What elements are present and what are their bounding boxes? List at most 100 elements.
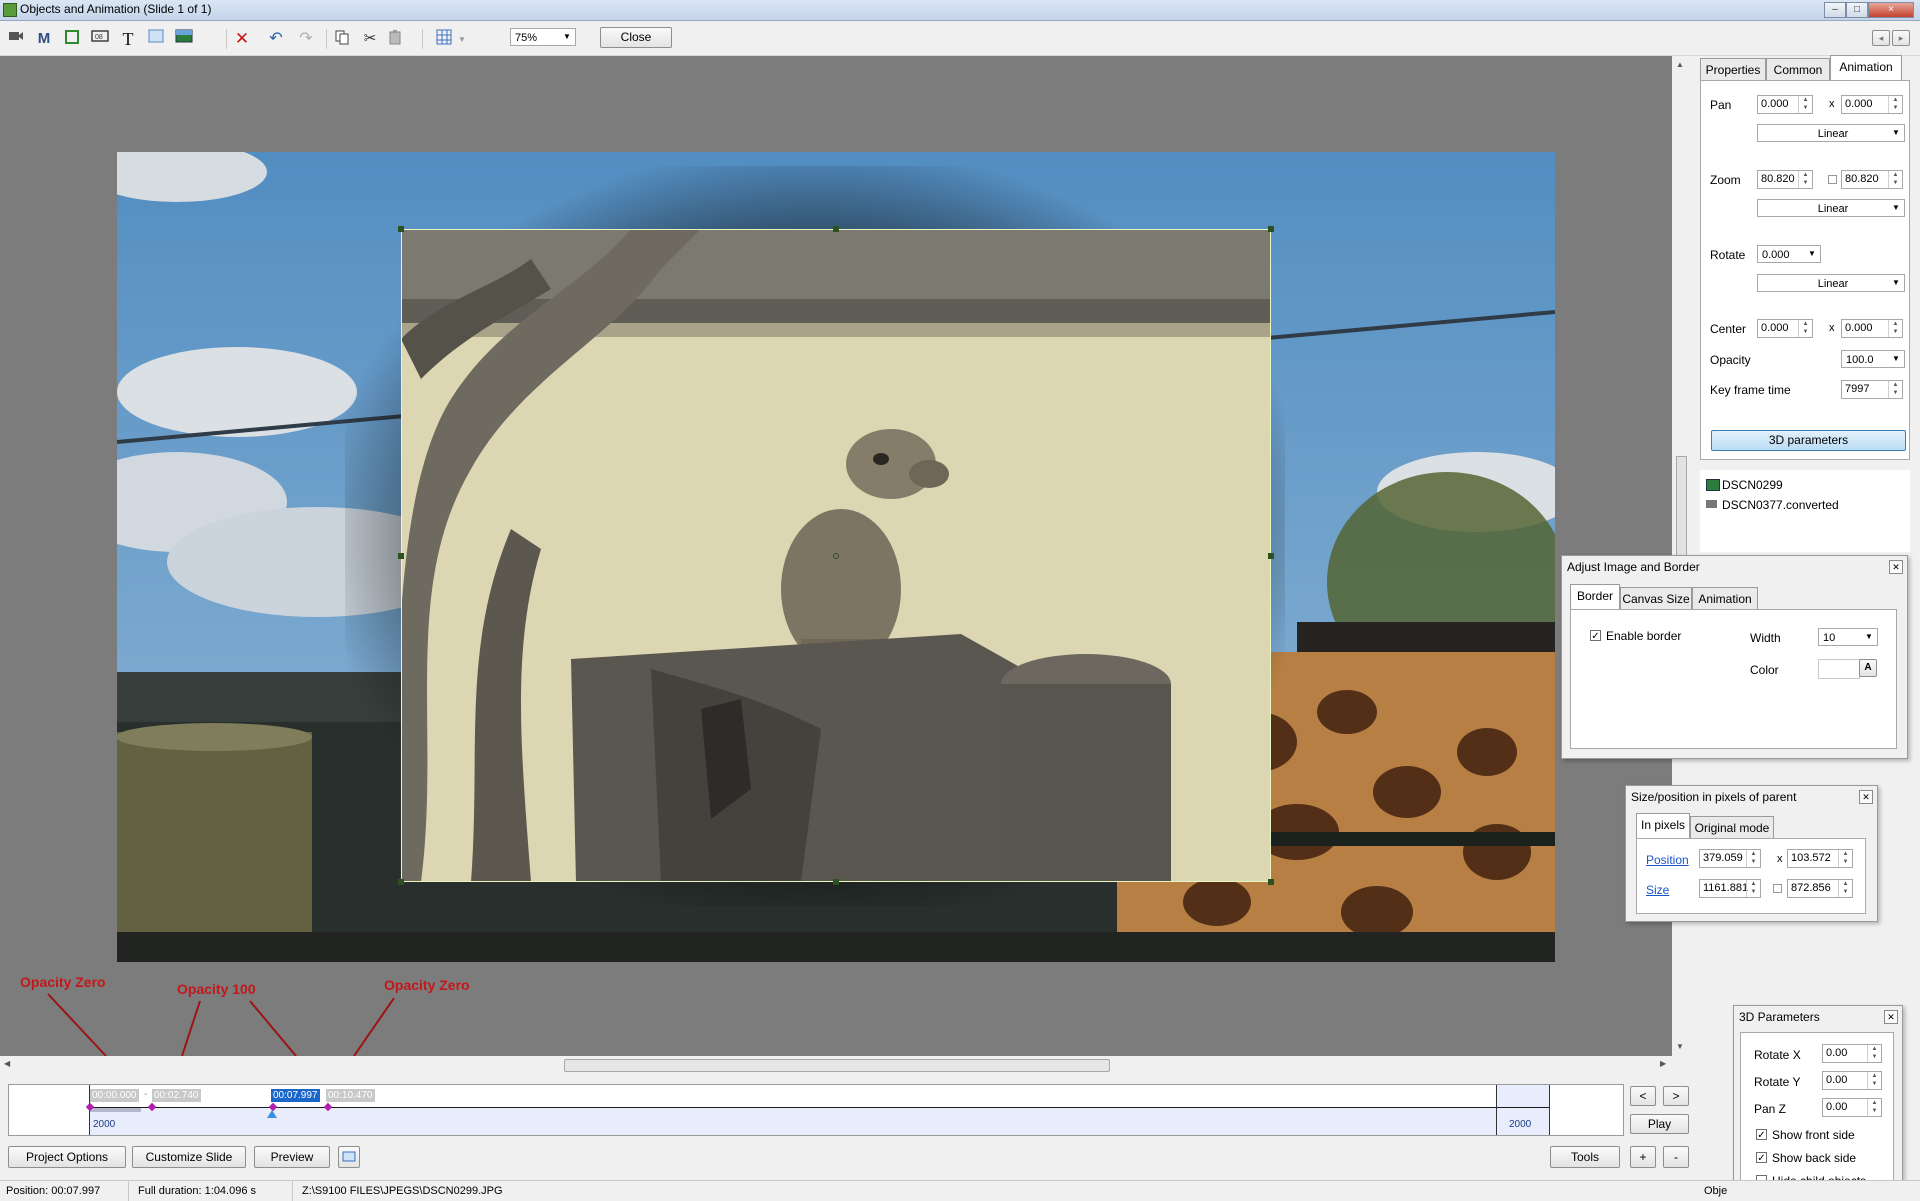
spinner-icon[interactable]: ▲ ▼	[1888, 96, 1902, 113]
link-aspect-checkbox[interactable]	[1773, 884, 1782, 893]
color-picker-button[interactable]: A	[1859, 659, 1877, 677]
resize-handle[interactable]	[1268, 226, 1274, 232]
spinner-icon[interactable]: ▲ ▼	[1838, 880, 1852, 897]
active-keyframe-time-label[interactable]: 00:07.997	[271, 1089, 320, 1102]
tab-in-pixels[interactable]: In pixels	[1636, 813, 1690, 838]
zoom-y-input[interactable]: 80.820 ▲ ▼	[1841, 170, 1903, 189]
scroll-up-icon[interactable]: ▲	[1676, 60, 1684, 69]
timeline-track[interactable]	[89, 1108, 1549, 1135]
add-image-icon[interactable]	[174, 29, 194, 49]
add-frame-icon[interactable]	[62, 29, 82, 49]
play-button[interactable]: Play	[1630, 1114, 1689, 1134]
spinner-icon[interactable]: ▲ ▼	[1888, 320, 1902, 337]
resize-handle[interactable]	[398, 879, 404, 885]
horizontal-scrollbar[interactable]: ◀ ▶	[0, 1056, 1672, 1074]
list-item[interactable]: DSCN0377.converted	[1722, 498, 1839, 512]
scrollbar-thumb[interactable]	[564, 1059, 1110, 1072]
add-video-icon[interactable]	[6, 29, 26, 49]
3d-parameters-button[interactable]: 3D parameters	[1711, 430, 1906, 451]
add-text-icon[interactable]: T	[118, 29, 138, 49]
add-counter-icon[interactable]: 08	[90, 29, 110, 49]
spinner-icon[interactable]: ▲ ▼	[1798, 320, 1812, 337]
tab-properties[interactable]: Properties	[1700, 58, 1766, 80]
position-y-input[interactable]: 103.572 ▲ ▼	[1787, 849, 1853, 868]
keyframe-time-label[interactable]: 00:10.470	[326, 1089, 375, 1102]
minimize-button[interactable]: –	[1824, 2, 1846, 18]
spinner-icon[interactable]: ▲ ▼	[1798, 171, 1812, 188]
show-front-checkbox[interactable]: ✓	[1756, 1129, 1767, 1141]
grid-icon[interactable]	[434, 29, 454, 49]
preview-button[interactable]: Preview	[254, 1146, 330, 1168]
resize-handle[interactable]	[398, 226, 404, 232]
grid-dropdown-icon[interactable]: ▼	[458, 35, 466, 44]
zoom-x-input[interactable]: 80.820 ▲ ▼	[1757, 170, 1813, 189]
cut-icon[interactable]: ✂	[360, 29, 380, 49]
maximize-button[interactable]: □	[1846, 2, 1868, 18]
tab-original-mode[interactable]: Original mode	[1690, 816, 1774, 838]
border-width-select[interactable]: 10 ▼	[1818, 628, 1878, 646]
spinner-icon[interactable]: ▲ ▼	[1867, 1099, 1881, 1116]
next-keyframe-button[interactable]: >	[1663, 1086, 1689, 1106]
pan-x-input[interactable]: 0.000 ▲ ▼	[1757, 95, 1813, 114]
resize-handle[interactable]	[833, 226, 839, 232]
spinner-icon[interactable]: ▲ ▼	[1746, 880, 1760, 897]
close-icon[interactable]: ✕	[1889, 560, 1903, 574]
copy-icon[interactable]	[332, 29, 352, 49]
scroll-left-icon[interactable]: ◀	[4, 1059, 10, 1068]
rotate-y-input[interactable]: 0.00 ▲ ▼	[1822, 1071, 1882, 1090]
close-window-button[interactable]: ×	[1868, 2, 1914, 18]
keyframe-time-label[interactable]: 00:00.000	[90, 1089, 139, 1102]
tab-canvas-size[interactable]: Canvas Size	[1620, 587, 1692, 609]
timeline[interactable]: 00:00.000 - 00:02.740 00:07.997 00:10.47…	[8, 1084, 1624, 1136]
redo-icon[interactable]: ↷	[296, 29, 316, 49]
spinner-icon[interactable]: ▲ ▼	[1867, 1072, 1881, 1089]
add-mask-icon[interactable]: M	[34, 29, 54, 49]
pan-curve-select[interactable]: Linear ▼	[1757, 124, 1905, 142]
close-icon[interactable]: ✕	[1884, 1010, 1898, 1024]
zoom-curve-select[interactable]: Linear ▼	[1757, 199, 1905, 217]
scroll-right-icon[interactable]: ▶	[1660, 1059, 1666, 1068]
spinner-icon[interactable]: ▲ ▼	[1888, 381, 1902, 398]
resize-handle[interactable]	[833, 879, 839, 885]
undo-icon[interactable]: ↶	[266, 29, 286, 49]
tab-animation[interactable]: Animation	[1692, 587, 1758, 609]
panel-prev-button[interactable]: ◂	[1872, 30, 1890, 46]
center-handle[interactable]	[833, 553, 839, 559]
center-y-input[interactable]: 0.000 ▲ ▼	[1841, 319, 1903, 338]
project-options-button[interactable]: Project Options	[8, 1146, 126, 1168]
list-item[interactable]: DSCN0299	[1722, 478, 1783, 492]
position-x-input[interactable]: 379.059 ▲ ▼	[1699, 849, 1761, 868]
pan-z-input[interactable]: 0.00 ▲ ▼	[1822, 1098, 1882, 1117]
slide-canvas[interactable]: Opacity Zero Opacity 100 Opacity Zero	[0, 56, 1672, 1056]
paste-icon[interactable]	[386, 29, 406, 49]
keyframe-time-input[interactable]: 7997 ▲ ▼	[1841, 380, 1903, 399]
tab-common[interactable]: Common	[1766, 58, 1830, 80]
size-link[interactable]: Size	[1646, 883, 1669, 897]
link-aspect-checkbox[interactable]	[1828, 175, 1837, 184]
tools-button[interactable]: Tools	[1550, 1146, 1620, 1168]
position-link[interactable]: Position	[1646, 853, 1689, 867]
rotate-x-input[interactable]: 0.00 ▲ ▼	[1822, 1044, 1882, 1063]
rotate-select[interactable]: 0.000 ▼	[1757, 245, 1821, 263]
show-back-checkbox[interactable]: ✓	[1756, 1152, 1767, 1164]
spinner-icon[interactable]: ▲ ▼	[1838, 850, 1852, 867]
close-icon[interactable]: ✕	[1859, 790, 1873, 804]
resize-handle[interactable]	[1268, 553, 1274, 559]
pan-y-input[interactable]: 0.000 ▲ ▼	[1841, 95, 1903, 114]
size-height-input[interactable]: 872.856 ▲ ▼	[1787, 879, 1853, 898]
zoom-select[interactable]: 75% ▼	[510, 28, 576, 46]
close-button[interactable]: Close	[600, 27, 672, 48]
resize-handle[interactable]	[398, 553, 404, 559]
spinner-icon[interactable]: ▲ ▼	[1798, 96, 1812, 113]
add-rectangle-icon[interactable]	[146, 29, 166, 49]
scroll-down-icon[interactable]: ▼	[1676, 1042, 1684, 1051]
spinner-icon[interactable]: ▲ ▼	[1746, 850, 1760, 867]
tab-animation[interactable]: Animation	[1830, 55, 1902, 80]
panel-next-button[interactable]: ▸	[1892, 30, 1910, 46]
add-keyframe-button[interactable]: +	[1630, 1146, 1656, 1168]
customize-slide-button[interactable]: Customize Slide	[132, 1146, 246, 1168]
rotate-curve-select[interactable]: Linear ▼	[1757, 274, 1905, 292]
opacity-select[interactable]: 100.0 ▼	[1841, 350, 1905, 368]
spinner-icon[interactable]: ▲ ▼	[1867, 1045, 1881, 1062]
tab-border[interactable]: Border	[1570, 584, 1620, 609]
